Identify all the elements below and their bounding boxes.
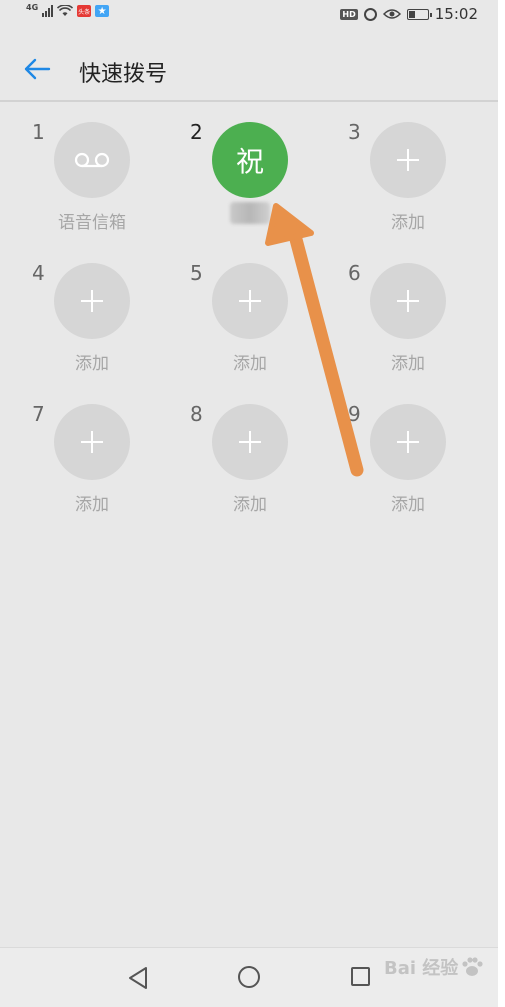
news-app-icon: 头条 <box>77 5 92 17</box>
battery-fill <box>408 10 415 18</box>
voicemail-icon <box>74 152 110 168</box>
speed-dial-slot-6[interactable]: 6 添加 <box>344 261 498 403</box>
network-type: 4G <box>26 2 39 12</box>
slot-number: 7 <box>32 402 45 426</box>
speed-dial-slot-4[interactable]: 4 添加 <box>28 261 188 403</box>
plus-icon <box>81 290 103 312</box>
slot-avatar[interactable] <box>212 263 288 339</box>
slot-number: 4 <box>32 261 45 285</box>
speed-dial-slot-9[interactable]: 9 添加 <box>344 402 498 544</box>
speed-dial-slot-3[interactable]: 3 添加 <box>344 120 498 262</box>
slot-avatar[interactable] <box>370 263 446 339</box>
slot-number: 6 <box>348 261 361 285</box>
slot-number: 9 <box>348 402 361 426</box>
slot-number: 5 <box>190 261 203 285</box>
nav-back-icon[interactable] <box>127 966 149 990</box>
slot-label: 添加 <box>391 354 425 374</box>
avatar-initial: 祝 <box>235 145 264 178</box>
watermark-text: Bai 经验 <box>384 958 459 979</box>
plus-icon <box>239 290 261 312</box>
status-bar: 4G 头条 ★ HD 15:02 <box>0 0 498 30</box>
slot-number: 1 <box>32 120 45 144</box>
back-arrow-icon[interactable] <box>22 54 52 84</box>
slot-avatar[interactable] <box>212 404 288 480</box>
star-app-icon: ★ <box>95 5 110 17</box>
data-saver-icon <box>363 7 377 21</box>
slot-number: 3 <box>348 120 361 144</box>
slot-label: 添加 <box>233 495 267 515</box>
slot-avatar[interactable] <box>54 122 130 198</box>
eye-comfort-icon <box>382 9 401 19</box>
nav-recent-apps-icon[interactable] <box>351 967 370 986</box>
slot-avatar[interactable] <box>370 404 446 480</box>
header-divider <box>0 100 498 102</box>
status-right: HD 15:02 <box>340 5 478 23</box>
speed-dial-slot-1[interactable]: 1 语音信箱 <box>28 120 188 262</box>
page-title: 快速拨号 <box>79 62 168 87</box>
baidu-watermark: Bai 经验 <box>384 954 484 980</box>
slot-avatar[interactable] <box>370 122 446 198</box>
paw-logo-icon <box>462 957 483 976</box>
status-time: 15:02 <box>434 5 478 23</box>
signal-icon <box>42 5 54 17</box>
slot-number: 8 <box>190 402 203 426</box>
wifi-icon <box>57 5 74 16</box>
slot-label: 添加 <box>75 495 109 515</box>
battery-icon <box>406 8 432 20</box>
blurred-contact-name <box>230 202 270 224</box>
slot-avatar[interactable] <box>54 263 130 339</box>
hd-icon: HD <box>340 8 358 20</box>
plus-icon <box>81 431 103 453</box>
plus-icon <box>397 290 419 312</box>
slot-label: 添加 <box>391 213 425 233</box>
nav-home-icon[interactable] <box>238 966 260 988</box>
app-header: 快速拨号 <box>0 38 498 100</box>
slot-label: 添加 <box>233 354 267 374</box>
plus-icon <box>397 149 419 171</box>
slot-avatar[interactable] <box>54 404 130 480</box>
phone-screen: 4G 头条 ★ HD 15:02 快速拨号 1 语音信箱 2 祝 3 添加 4 … <box>0 0 498 1007</box>
plus-icon <box>239 431 261 453</box>
plus-icon <box>397 431 419 453</box>
contact-avatar[interactable]: 祝 <box>212 122 288 198</box>
speed-dial-slot-7[interactable]: 7 添加 <box>28 402 188 544</box>
status-left: 4G 头条 ★ <box>26 2 110 17</box>
slot-number: 2 <box>190 120 203 144</box>
speed-dial-slot-8[interactable]: 8 添加 <box>186 402 346 544</box>
slot-label: 语音信箱 <box>58 213 126 233</box>
slot-label: 添加 <box>75 354 109 374</box>
speed-dial-slot-2[interactable]: 2 祝 <box>186 120 346 262</box>
slot-label: 添加 <box>391 495 425 515</box>
speed-dial-slot-5[interactable]: 5 添加 <box>186 261 346 403</box>
